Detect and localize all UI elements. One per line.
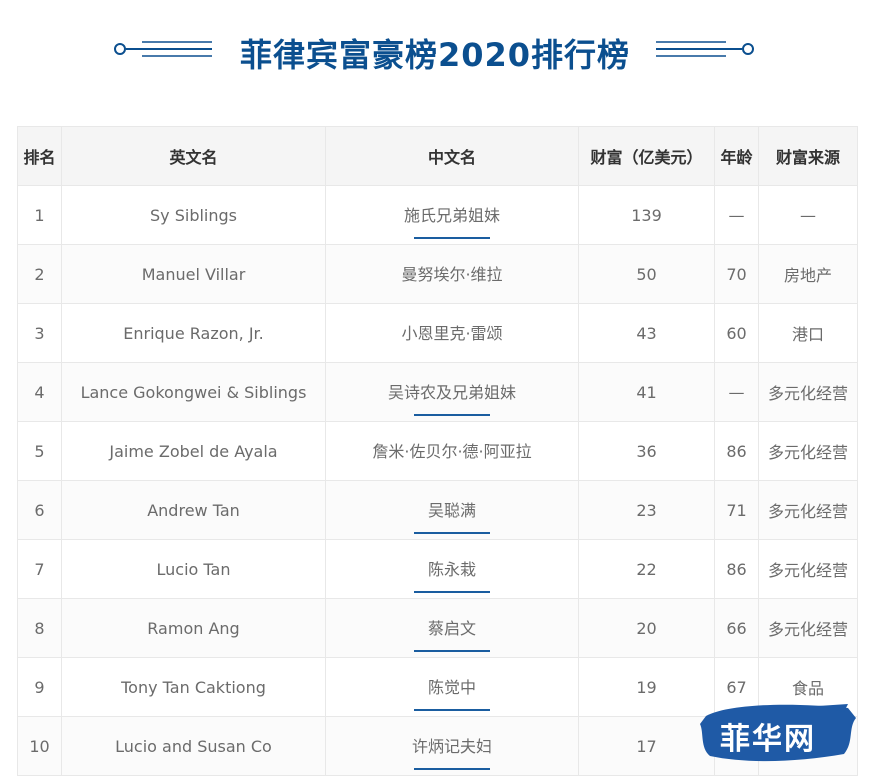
cell-chinese-name: 许炳记夫妇 (325, 716, 579, 776)
cell-wealth-source: — (758, 185, 858, 245)
cell-wealth-source: 港口 (758, 303, 858, 363)
cell-age: — (714, 185, 759, 245)
cell-age: 66 (714, 598, 759, 658)
cell-chinese-name: 曼努埃尔·维拉 (325, 244, 579, 304)
name-underline (413, 591, 490, 593)
cell-wealth-source: 多元化经营 (758, 362, 858, 422)
chinese-name-text: 小恩里克·雷颂 (401, 324, 503, 343)
table-row: 7 Lucio Tan 陈永栽 22 86 多元化经营 (17, 539, 858, 599)
cell-rank: 7 (17, 539, 62, 599)
table-header-row: 排名 英文名 中文名 财富（亿美元） 年龄 财富来源 (17, 126, 858, 186)
title-bar: 菲律宾富豪榜2020排行榜 (0, 18, 870, 80)
name-underline (413, 414, 490, 416)
header-english-name: 英文名 (61, 126, 326, 186)
cell-wealth-source: 房地产 (758, 244, 858, 304)
cell-rank: 10 (17, 716, 62, 776)
cell-wealth: 23 (578, 480, 715, 540)
cell-english-name: Jaime Zobel de Ayala (61, 421, 326, 481)
header-wealth: 财富（亿美元） (578, 126, 715, 186)
cell-wealth-source: 多元化经营 (758, 598, 858, 658)
cell-chinese-name: 吴聪满 (325, 480, 579, 540)
name-underline (413, 650, 490, 652)
chinese-name-text: 吴聪满 (427, 501, 476, 520)
table-row: 3 Enrique Razon, Jr. 小恩里克·雷颂 43 60 港口 (17, 303, 858, 363)
chinese-name-text: 詹米·佐贝尔·德·阿亚拉 (372, 442, 532, 461)
cell-wealth: 36 (578, 421, 715, 481)
cell-wealth-source: 多元化经营 (758, 480, 858, 540)
cell-wealth: 41 (578, 362, 715, 422)
cell-wealth: 17 (578, 716, 715, 776)
table-row: 6 Andrew Tan 吴聪满 23 71 多元化经营 (17, 480, 858, 540)
table-row: 8 Ramon Ang 蔡启文 20 66 多元化经营 (17, 598, 858, 658)
cell-chinese-name: 吴诗农及兄弟姐妹 (325, 362, 579, 422)
name-underline (413, 532, 490, 534)
title-left-decoration (114, 41, 212, 57)
chinese-name-text: 许炳记夫妇 (411, 737, 492, 756)
table-row: 5 Jaime Zobel de Ayala 詹米·佐贝尔·德·阿亚拉 36 86 多元化… (17, 421, 858, 481)
cell-chinese-name: 詹米·佐贝尔·德·阿亚拉 (325, 421, 579, 481)
cell-wealth: 22 (578, 539, 715, 599)
chinese-name-text: 曼努埃尔·维拉 (401, 265, 503, 284)
title-right-decoration (656, 41, 754, 57)
chinese-name-text: 施氏兄弟姐妹 (403, 206, 500, 225)
cell-chinese-name: 蔡启文 (325, 598, 579, 658)
page-title: 菲律宾富豪榜2020排行榜 (239, 36, 631, 74)
chinese-name-text: 吴诗农及兄弟姐妹 (387, 383, 516, 402)
cell-wealth-source: 多元化经营 (758, 539, 858, 599)
cell-rank: 3 (17, 303, 62, 363)
cell-wealth: 139 (578, 185, 715, 245)
cell-rank: 5 (17, 421, 62, 481)
cell-english-name: Sy Siblings (61, 185, 326, 245)
cell-wealth: 50 (578, 244, 715, 304)
cell-english-name: Andrew Tan (61, 480, 326, 540)
cell-rank: 2 (17, 244, 62, 304)
header-chinese-name: 中文名 (325, 126, 579, 186)
watermark-logo: 菲华网 (698, 698, 860, 768)
cell-age: 71 (714, 480, 759, 540)
cell-rank: 6 (17, 480, 62, 540)
cell-age: 60 (714, 303, 759, 363)
cell-english-name: Lucio and Susan Co (61, 716, 326, 776)
watermark-text: 菲华网 (720, 722, 816, 757)
cell-english-name: Lance Gokongwei & Siblings (61, 362, 326, 422)
cell-chinese-name: 小恩里克·雷颂 (325, 303, 579, 363)
cell-rank: 4 (17, 362, 62, 422)
chinese-name-text: 陈觉中 (427, 678, 476, 697)
table-row: 1 Sy Siblings 施氏兄弟姐妹 139— — (17, 185, 858, 245)
cell-wealth-source: 多元化经营 (758, 421, 858, 481)
table-row: 2 Manuel Villar 曼努埃尔·维拉 50 70 房地产 (17, 244, 858, 304)
cell-rank: 9 (17, 657, 62, 717)
name-underline (413, 768, 490, 770)
cell-english-name: Tony Tan Caktiong (61, 657, 326, 717)
cell-age: 70 (714, 244, 759, 304)
header-rank: 排名 (17, 126, 62, 186)
table-row: 4 Lance Gokongwei & Siblings 吴诗农及兄弟姐妹 41— 多元… (17, 362, 858, 422)
cell-chinese-name: 陈觉中 (325, 657, 579, 717)
cell-english-name: Manuel Villar (61, 244, 326, 304)
cell-chinese-name: 施氏兄弟姐妹 (325, 185, 579, 245)
ranking-table: 排名 英文名 中文名 财富（亿美元） 年龄 财富来源 1 Sy Siblings 施… (17, 126, 858, 776)
cell-english-name: Ramon Ang (61, 598, 326, 658)
cell-wealth: 20 (578, 598, 715, 658)
cell-rank: 8 (17, 598, 62, 658)
cell-chinese-name: 陈永栽 (325, 539, 579, 599)
cell-age: — (714, 362, 759, 422)
cell-age: 86 (714, 539, 759, 599)
header-age: 年龄 (714, 126, 759, 186)
header-wealth-source: 财富来源 (758, 126, 858, 186)
cell-age: 86 (714, 421, 759, 481)
name-underline (413, 709, 490, 711)
name-underline (413, 237, 490, 239)
cell-wealth: 43 (578, 303, 715, 363)
chinese-name-text: 陈永栽 (427, 560, 476, 579)
cell-rank: 1 (17, 185, 62, 245)
cell-english-name: Enrique Razon, Jr. (61, 303, 326, 363)
cell-wealth: 19 (578, 657, 715, 717)
chinese-name-text: 蔡启文 (427, 619, 476, 638)
cell-english-name: Lucio Tan (61, 539, 326, 599)
